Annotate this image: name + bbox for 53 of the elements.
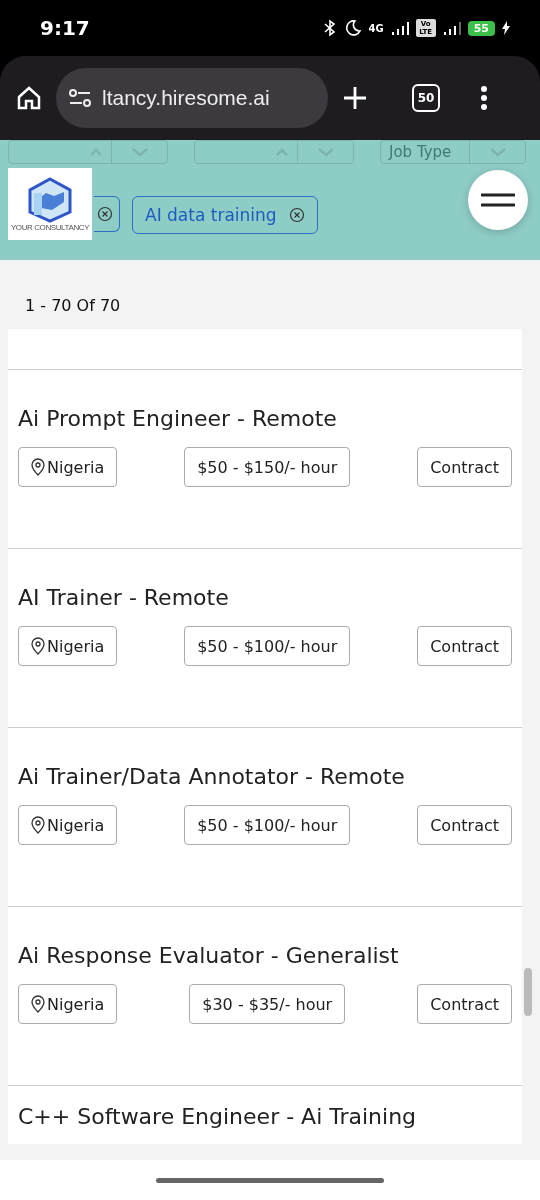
chevron-icon (316, 147, 335, 157)
menu-icon (481, 193, 515, 207)
job-card[interactable]: Ai Prompt Engineer - Remote Nigeria $50 - $150/- hour Contract (8, 369, 522, 548)
network-type: 4G (368, 22, 384, 34)
charging-icon (502, 21, 510, 35)
location-pin-icon (31, 816, 45, 834)
address-bar[interactable]: ltancy.hiresome.ai (56, 68, 328, 128)
scrollbar[interactable] (524, 968, 532, 1016)
menu-button[interactable] (468, 170, 528, 230)
job-title[interactable]: AI Trainer - Remote (18, 585, 512, 610)
pay-tag: $50 - $100/- hour (184, 805, 351, 845)
pay-tag: $50 - $150/- hour (184, 447, 351, 487)
moon-icon (343, 19, 362, 37)
remove-icon[interactable] (97, 206, 113, 222)
location-tag: Nigeria (18, 447, 118, 487)
job-card[interactable]: Ai Trainer/Data Annotator - Remote Nigeria $50 - $100/- hour Contract (8, 727, 522, 906)
job-title[interactable]: Ai Response Evaluator - Generalist (18, 943, 512, 968)
clock: 9:17 (40, 16, 91, 40)
new-tab-icon[interactable] (342, 85, 368, 111)
location-tag: Nigeria (18, 626, 118, 666)
job-title[interactable]: C++ Software Engineer - Ai Training (18, 1104, 512, 1129)
signal-icon (390, 21, 409, 35)
pay-tag: $50 - $100/- hour (184, 626, 351, 666)
location-tag: Nigeria (18, 805, 118, 845)
home-icon[interactable] (16, 85, 42, 111)
company-logo[interactable]: YOUR CONSULTANCY (8, 168, 92, 240)
filter-chip[interactable]: AI data training (132, 196, 318, 234)
location-pin-icon (31, 458, 45, 476)
job-type-tag: Contract (417, 626, 512, 666)
job-title[interactable]: Ai Prompt Engineer - Remote (18, 406, 512, 431)
bluetooth-icon (322, 19, 337, 37)
battery-level: 55 (467, 20, 495, 36)
filter-chip[interactable] (94, 196, 120, 232)
chevron-icon (130, 147, 149, 157)
job-type-tag: Contract (417, 805, 512, 845)
more-icon[interactable] (480, 85, 488, 111)
signal-icon (442, 21, 461, 35)
handshake-logo-icon (28, 176, 72, 223)
remove-icon[interactable] (288, 207, 305, 223)
job-card[interactable]: Ai Response Evaluator - Generalist Nigeria $30 - $35/- hour Contract (8, 906, 522, 1085)
job-type-tag: Contract (417, 447, 512, 487)
results-count: 1 - 70 Of 70 (24, 295, 122, 317)
settings-icon (68, 88, 92, 108)
home-indicator[interactable] (156, 1177, 384, 1183)
job-type-tag: Contract (417, 984, 512, 1024)
chevron-icon (488, 147, 507, 157)
tab-count[interactable]: 50 (412, 84, 440, 112)
job-card[interactable]: AI Trainer - Remote Nigeria $50 - $100/- hour Contract (8, 548, 522, 727)
pay-tag: $30 - $35/- hour (189, 984, 346, 1024)
location-pin-icon (31, 995, 45, 1013)
job-title[interactable]: Ai Trainer/Data Annotator - Remote (18, 764, 512, 789)
location-pin-icon (31, 637, 45, 655)
location-tag: Nigeria (18, 984, 118, 1024)
